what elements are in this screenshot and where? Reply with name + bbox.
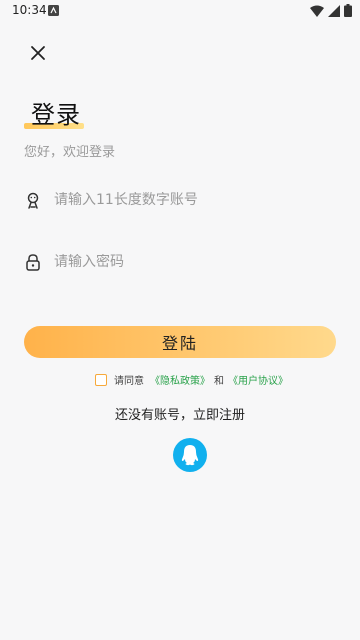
status-time: 10:34 — [12, 3, 47, 17]
page-title: 登录 — [31, 101, 81, 129]
password-input[interactable] — [54, 254, 324, 270]
signal-icon — [328, 4, 340, 17]
user-icon — [27, 192, 39, 209]
register-link[interactable]: 还没有账号，立即注册 — [0, 404, 360, 423]
account-input[interactable] — [54, 192, 324, 208]
password-field — [24, 244, 336, 280]
status-icons — [310, 4, 352, 17]
login-button[interactable]: 登陆 — [24, 326, 336, 358]
qq-icon — [181, 445, 199, 466]
user-agreement-link[interactable]: 《用户协议》 — [228, 372, 288, 387]
android-notification-icon — [48, 5, 59, 16]
close-icon[interactable] — [26, 41, 50, 65]
agreement-checkbox[interactable] — [95, 373, 107, 386]
account-field — [24, 182, 336, 218]
status-bar: 10:34 — [0, 0, 360, 24]
qq-login-button[interactable] — [173, 438, 207, 472]
lock-icon — [26, 254, 40, 271]
page-subtitle: 您好，欢迎登录 — [24, 145, 116, 160]
agreement-prefix: 请同意 — [114, 376, 144, 387]
agreement-and: 和 — [214, 376, 224, 387]
battery-icon — [344, 4, 352, 17]
agreement-row: 请同意 《隐私政策》 和 《用户协议》 — [95, 372, 288, 387]
privacy-policy-link[interactable]: 《隐私政策》 — [150, 372, 210, 387]
wifi-icon — [310, 5, 324, 17]
